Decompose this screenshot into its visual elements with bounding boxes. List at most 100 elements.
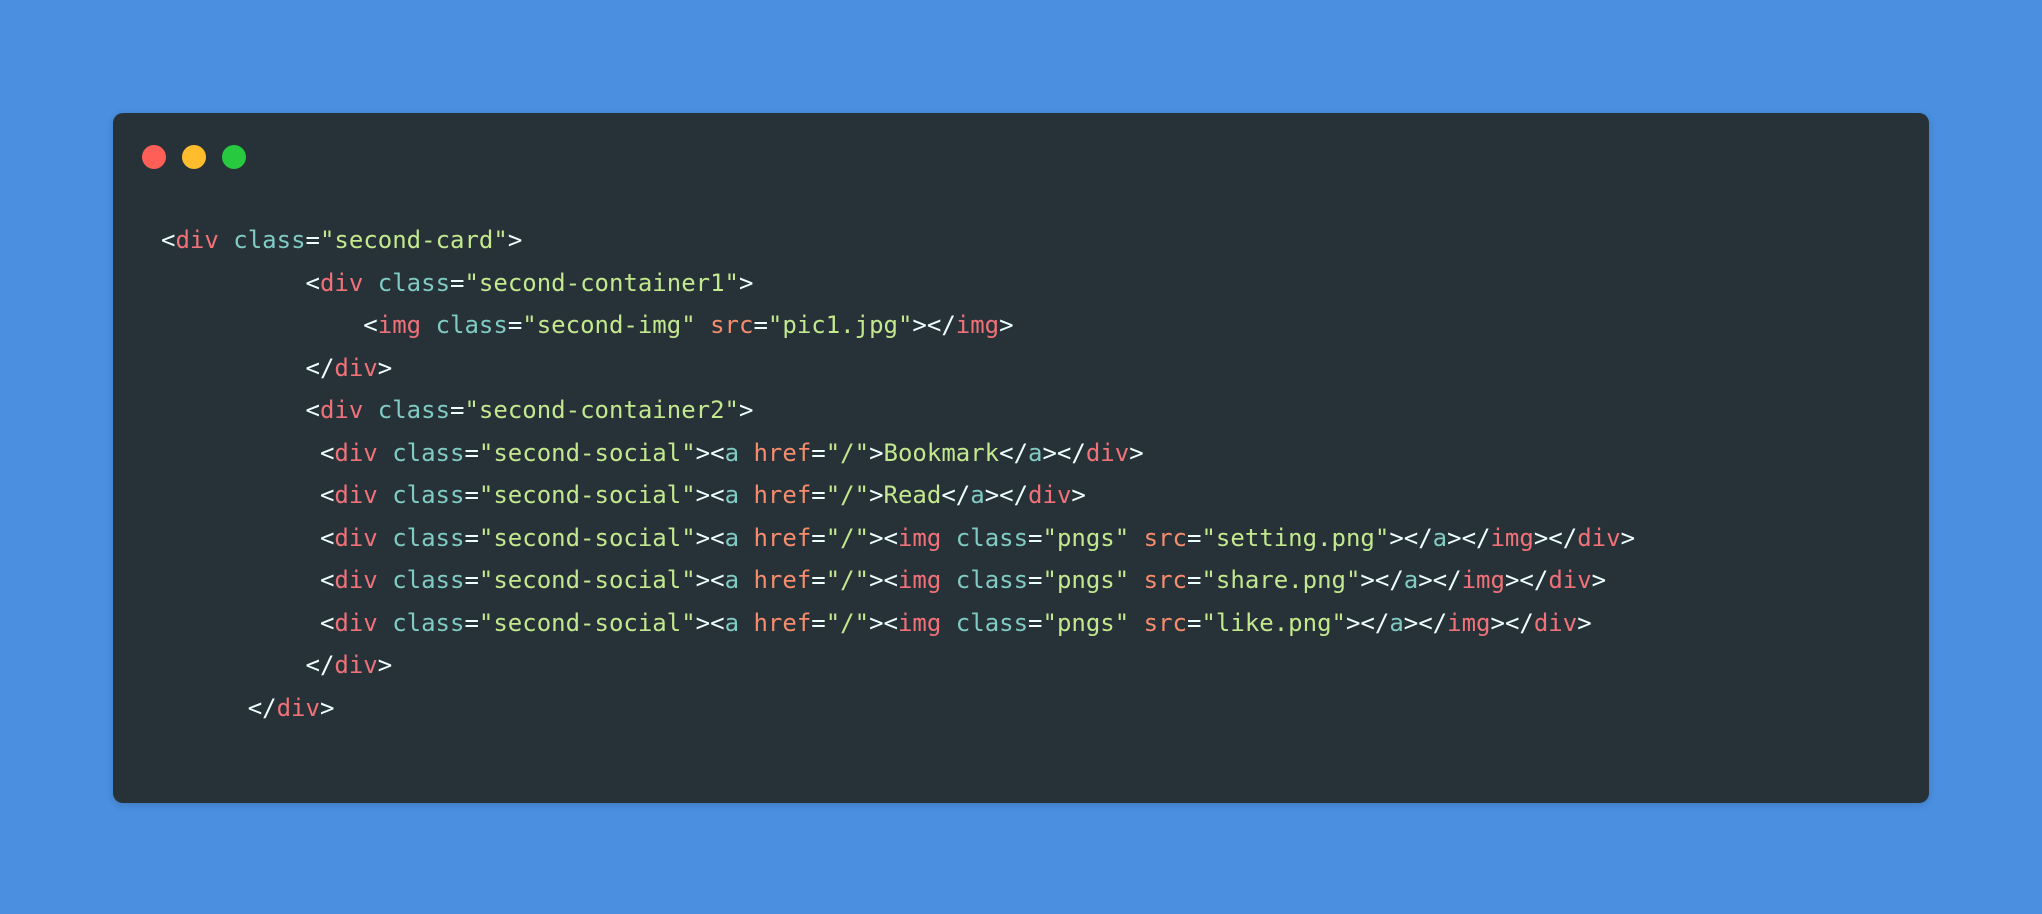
code-line: </div>	[161, 347, 1635, 390]
code-token: =	[464, 566, 479, 594]
code-line: <div class="second-card">	[161, 219, 1635, 262]
code-token: >	[1577, 608, 1592, 637]
code-token: class	[392, 566, 465, 594]
code-token: "pngs"	[1042, 523, 1130, 552]
code-token: href	[753, 481, 812, 509]
code-token: ></	[1447, 523, 1491, 552]
code-window: <div class="second-card"> <div class="se…	[113, 113, 1929, 803]
code-token: ></	[912, 311, 956, 339]
window-controls	[142, 145, 246, 169]
code-token: =	[464, 523, 479, 552]
code-token: >	[739, 396, 754, 424]
code-token: div	[319, 396, 364, 424]
code-token: img	[897, 608, 942, 637]
code-token: "/"	[825, 481, 870, 509]
maximize-dot-icon[interactable]	[222, 145, 246, 169]
code-token: "second-card"	[319, 226, 508, 254]
code-token: Read	[883, 481, 942, 509]
code-token: </	[161, 353, 335, 382]
code-token: ></	[1490, 608, 1534, 637]
code-token: div	[334, 651, 378, 679]
code-token: "like.png"	[1201, 608, 1346, 637]
code-token: "/"	[825, 523, 870, 552]
code-token: class	[392, 438, 465, 467]
code-token: =	[464, 608, 479, 637]
code-token: a	[724, 481, 740, 509]
code-token: >	[1129, 438, 1144, 467]
code-token: class	[377, 396, 451, 424]
code-line: <div class="second-social"><a href="/"><…	[161, 559, 1635, 602]
code-token: a	[1432, 523, 1448, 552]
code-token: <	[161, 268, 320, 297]
code-token: div	[1533, 608, 1578, 637]
code-token: a	[724, 438, 740, 467]
code-token: "/"	[825, 608, 870, 637]
code-token: <	[161, 226, 176, 254]
code-token: class	[392, 608, 465, 637]
code-token: div	[334, 353, 378, 382]
code-token: ><	[695, 523, 725, 552]
code-token: class	[435, 311, 508, 339]
code-token: >	[1591, 566, 1607, 594]
code-token: a	[724, 608, 740, 637]
code-token: "share.png"	[1201, 566, 1361, 594]
code-token: >	[377, 353, 393, 382]
code-line: <div class="second-social"><a href="/"><…	[161, 517, 1635, 560]
code-token: div	[334, 608, 378, 637]
code-token: >	[1620, 523, 1636, 552]
close-dot-icon[interactable]	[142, 145, 166, 169]
code-token: =	[450, 396, 465, 424]
code-token: div	[1085, 438, 1130, 467]
code-token: div	[175, 226, 219, 254]
code-token: src	[1143, 523, 1188, 552]
code-token: class	[392, 523, 465, 552]
code-line: <div class="second-container2">	[161, 389, 1635, 432]
code-token: =	[1028, 608, 1043, 637]
code-token: <	[161, 396, 320, 424]
code-token: ></	[1042, 438, 1086, 467]
code-token: =	[305, 226, 320, 254]
code-token: div	[1577, 523, 1621, 552]
code-token: div	[276, 693, 320, 722]
code-token: href	[753, 608, 812, 637]
code-token: a	[1389, 608, 1404, 637]
code-token: ><	[869, 608, 898, 637]
code-token: class	[955, 566, 1029, 594]
code-token: img	[955, 311, 1000, 339]
code-token: =	[1187, 608, 1202, 637]
code-token: href	[753, 523, 812, 552]
code-token: "second-container1"	[464, 268, 740, 297]
code-line: <div class="second-social"><a href="/">R…	[161, 474, 1635, 517]
code-token: class	[955, 523, 1029, 552]
minimize-dot-icon[interactable]	[182, 145, 206, 169]
code-token: =	[464, 481, 479, 509]
code-token: src	[1143, 566, 1188, 594]
code-token: =	[811, 566, 826, 594]
code-token: >	[869, 438, 884, 467]
code-token: "setting.png"	[1201, 523, 1390, 552]
code-token: class	[392, 481, 465, 509]
code-token: "second-container2"	[464, 396, 740, 424]
code-token: class	[377, 268, 451, 297]
code-token: "second-social"	[478, 438, 696, 467]
code-token: Bookmark	[883, 438, 1000, 467]
code-token: ><	[869, 566, 898, 594]
code-token: =	[811, 438, 826, 467]
code-token: ></	[1504, 566, 1549, 594]
code-token: href	[753, 438, 812, 467]
code-token: class	[955, 608, 1029, 637]
code-token: div	[334, 523, 378, 552]
